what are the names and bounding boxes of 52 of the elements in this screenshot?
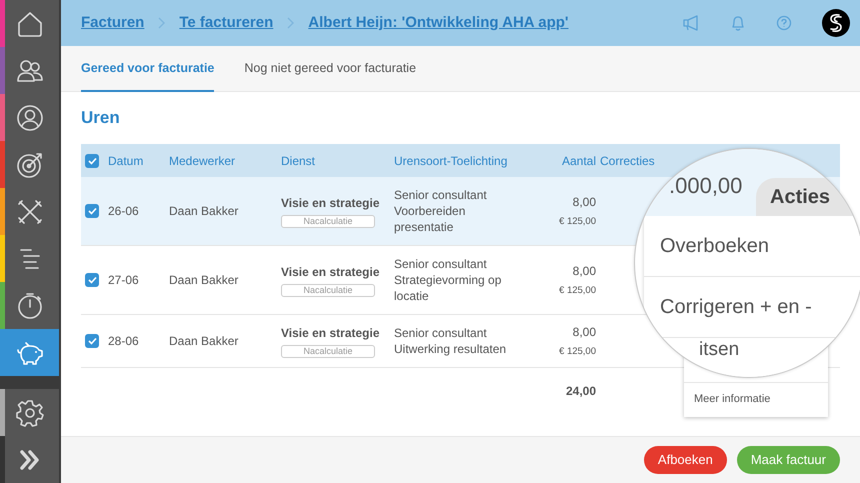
user-icon bbox=[16, 104, 44, 132]
logo-icon[interactable] bbox=[822, 9, 850, 37]
description-cell-text: Senior consultant Uitwerking resultaten bbox=[394, 325, 508, 358]
check-icon bbox=[88, 276, 96, 284]
date-cell-text: 26-06 bbox=[108, 203, 140, 220]
column-header: Dienst bbox=[281, 152, 316, 170]
checkbox[interactable] bbox=[85, 334, 99, 348]
rate-value: € 125,00 bbox=[558, 284, 596, 298]
target-icon bbox=[16, 150, 44, 178]
tag-label: Nacalculatie bbox=[281, 215, 375, 228]
checkbox[interactable] bbox=[85, 154, 99, 168]
menu-item[interactable]: Overboeken bbox=[644, 216, 860, 277]
amount-value: 8,00 bbox=[572, 194, 596, 212]
stopwatch-icon bbox=[16, 292, 44, 320]
tag-label: Nacalculatie bbox=[281, 345, 375, 358]
check-icon bbox=[88, 156, 96, 165]
column-header: Datum bbox=[108, 152, 144, 170]
menu-item[interactable]: Corrigeren + en - bbox=[644, 277, 860, 338]
service-name: Visie en strategie bbox=[281, 195, 380, 212]
service-name: Visie en strategie bbox=[281, 325, 380, 342]
employee-cell-text: Daan Bakker bbox=[169, 203, 240, 220]
gear-icon bbox=[16, 398, 44, 426]
total-amount: 24,00 bbox=[564, 383, 597, 400]
employee-cell-text: Daan Bakker bbox=[169, 272, 240, 290]
column-header: Medewerker bbox=[169, 152, 236, 170]
rate-value: € 125,00 bbox=[558, 345, 596, 360]
chevron-icon bbox=[158, 17, 166, 29]
tab[interactable]: Nog niet gereed voor facturatie bbox=[244, 46, 416, 92]
check-icon bbox=[88, 337, 96, 346]
amount-value: 8,00 bbox=[572, 324, 596, 342]
description-cell-text: Senior consultant Strategievorming op locatie bbox=[394, 256, 502, 304]
tag-label: Nacalculatie bbox=[281, 284, 375, 298]
checkbox[interactable] bbox=[85, 273, 99, 288]
check-icon bbox=[88, 207, 96, 216]
description-cell-text: Senior consultant Voorbereiden presentatie bbox=[394, 187, 488, 236]
tab[interactable]: Gereed voor facturatie bbox=[81, 46, 214, 92]
menu-item[interactable]: Meer informatie bbox=[684, 382, 828, 417]
amount-value: 8,00 bbox=[572, 263, 596, 280]
column-header: Aantal bbox=[560, 152, 597, 170]
employee-cell-text: Daan Bakker bbox=[169, 333, 240, 350]
checkbox[interactable] bbox=[85, 204, 99, 218]
date-cell-text: 27-06 bbox=[108, 272, 140, 290]
home-icon bbox=[16, 10, 44, 38]
column-header: Urensoort-Toelichting bbox=[394, 152, 508, 170]
tools-icon bbox=[16, 198, 44, 226]
section-title: Uren bbox=[81, 108, 121, 128]
rate-value: € 125,00 bbox=[558, 215, 596, 230]
service-name: Visie en strategie bbox=[281, 264, 380, 282]
column-header: Correcties bbox=[600, 152, 656, 170]
date-cell-text: 28-06 bbox=[108, 333, 140, 350]
action-button[interactable]: Afboeken bbox=[644, 446, 727, 474]
chevron-icon bbox=[287, 17, 294, 29]
